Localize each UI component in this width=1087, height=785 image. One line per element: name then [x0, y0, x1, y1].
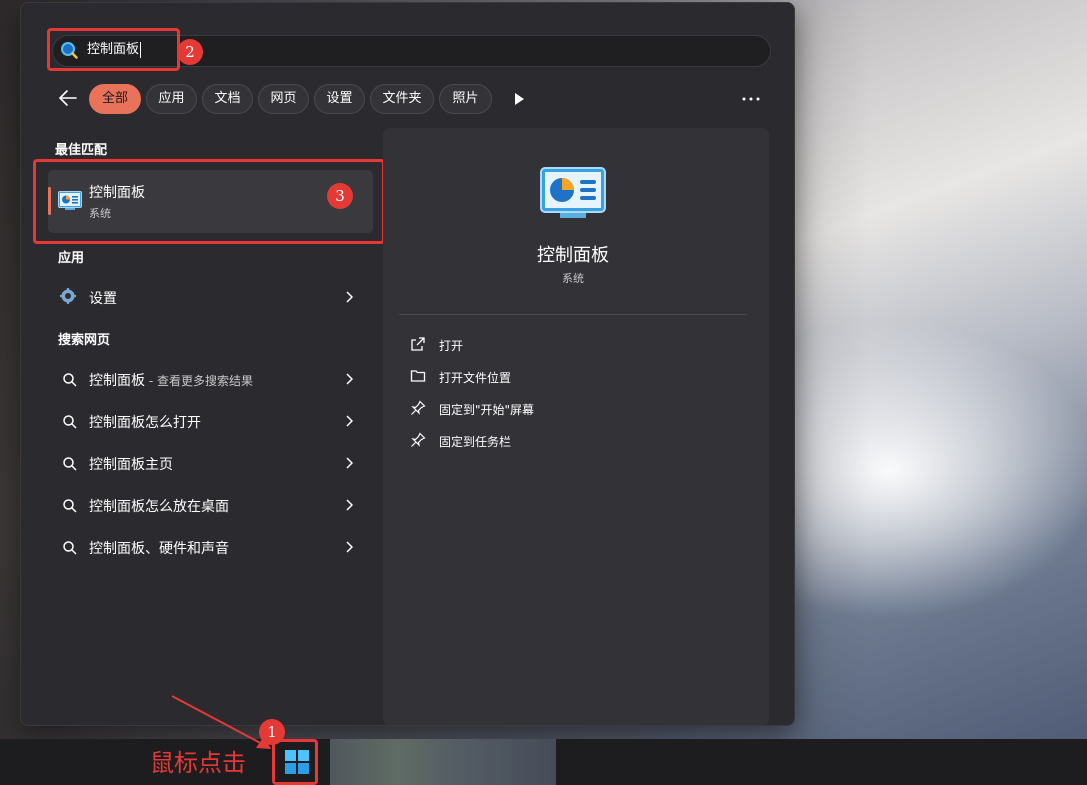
action-pin-to-start[interactable]: 固定到"开始"屏幕	[439, 401, 534, 418]
filter-chip-settings[interactable]: 设置	[314, 84, 365, 114]
gear-icon	[60, 288, 76, 304]
annotation-arrow	[171, 695, 271, 749]
control-panel-icon	[540, 167, 606, 218]
web-item-5[interactable]: 控制面板、硬件和声音	[89, 538, 229, 558]
filter-chip-web[interactable]: 网页	[258, 84, 309, 114]
web-heading: 搜索网页	[58, 333, 111, 348]
web-item-1-suffix: - 查看更多搜索结果	[145, 374, 253, 388]
chevron-right-icon[interactable]	[345, 457, 353, 469]
web-item-4[interactable]: 控制面板怎么放在桌面	[89, 496, 229, 516]
filter-chip-documents[interactable]: 文档	[202, 84, 253, 114]
chevron-right-icon[interactable]	[345, 373, 353, 385]
preview-subtitle: 系统	[562, 272, 584, 285]
annotation-step-3: 3	[327, 183, 353, 209]
search-icon	[63, 541, 77, 555]
filter-chip-all[interactable]: 全部	[89, 84, 141, 114]
folder-icon	[410, 370, 426, 382]
best-match-heading: 最佳匹配	[55, 143, 108, 158]
more-icon[interactable]	[742, 97, 760, 101]
chevron-right-icon[interactable]	[345, 499, 353, 511]
web-item-1[interactable]: 控制面板 - 查看更多搜索结果	[89, 370, 253, 390]
action-pin-to-taskbar[interactable]: 固定到任务栏	[439, 433, 511, 450]
search-icon	[63, 499, 77, 513]
web-item-2[interactable]: 控制面板怎么打开	[89, 412, 201, 432]
web-item-3[interactable]: 控制面板主页	[89, 454, 173, 474]
pin-icon	[411, 432, 426, 447]
search-icon	[63, 415, 77, 429]
chevron-right-icon[interactable]	[345, 415, 353, 427]
annotation-box-search	[47, 28, 180, 71]
annotation-step-2: 2	[177, 39, 203, 65]
pin-icon	[411, 400, 426, 415]
search-icon	[63, 457, 77, 471]
play-icon[interactable]	[513, 92, 525, 106]
chevron-right-icon[interactable]	[345, 291, 353, 303]
chevron-right-icon[interactable]	[345, 541, 353, 553]
filter-chip-folders[interactable]: 文件夹	[370, 84, 434, 114]
apps-heading: 应用	[58, 251, 85, 266]
filter-chip-apps[interactable]: 应用	[146, 84, 197, 114]
back-arrow-icon[interactable]	[58, 89, 78, 107]
action-open-file-location[interactable]: 打开文件位置	[439, 369, 511, 386]
filter-chip-photos[interactable]: 照片	[439, 84, 492, 114]
search-icon	[63, 373, 77, 387]
preview-title: 控制面板	[537, 245, 609, 266]
web-item-1-label: 控制面板	[89, 373, 145, 389]
open-external-icon	[411, 337, 425, 351]
app-item-settings[interactable]: 设置	[89, 288, 117, 308]
taskbar-blurred-apps	[330, 739, 556, 785]
action-open[interactable]: 打开	[439, 337, 463, 354]
preview-divider	[399, 314, 747, 315]
